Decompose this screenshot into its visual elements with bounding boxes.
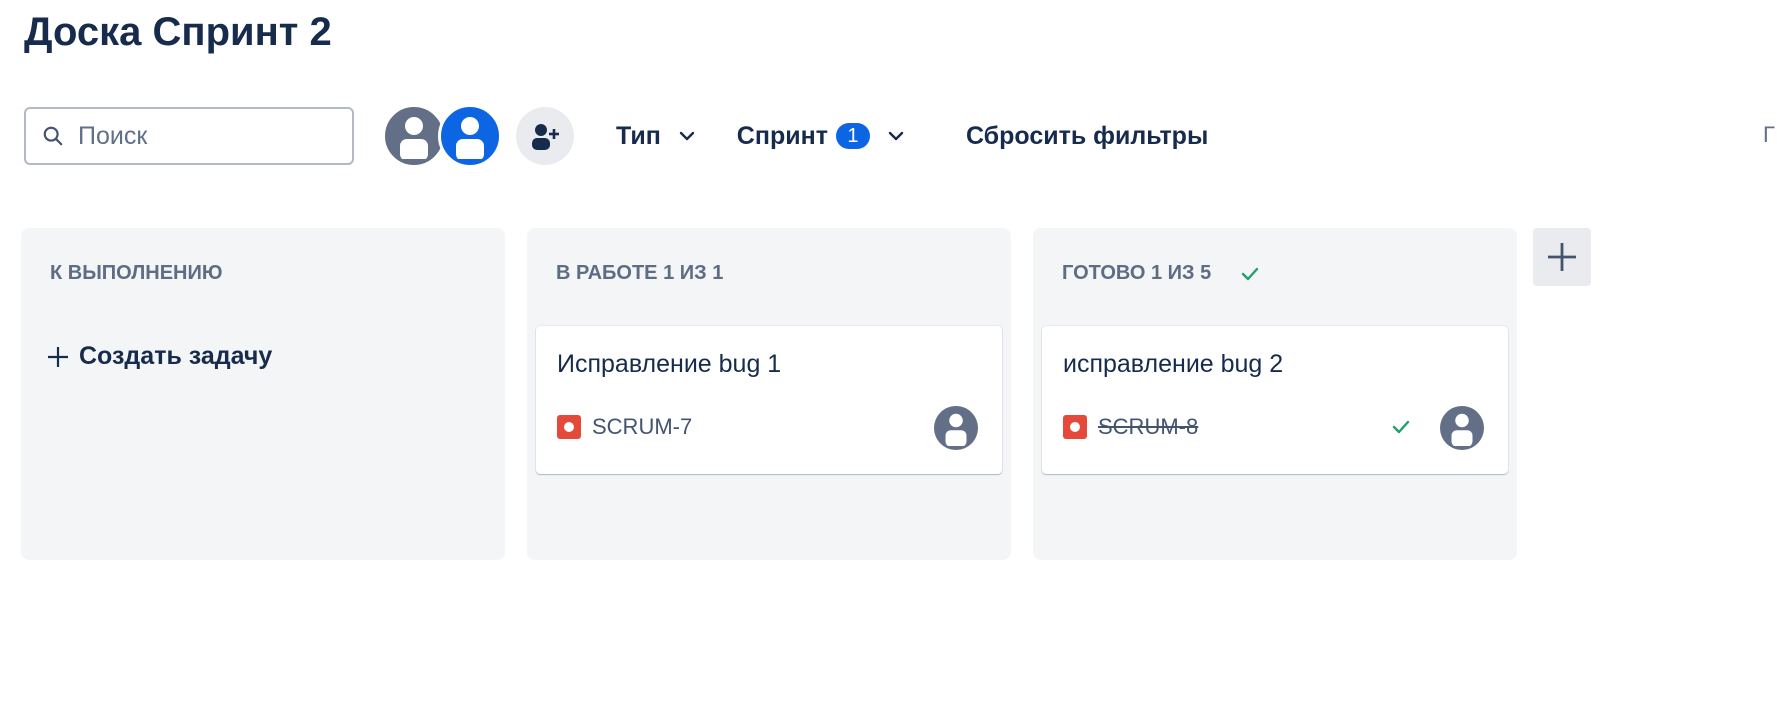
bug-icon xyxy=(557,415,581,439)
user-avatar-1[interactable] xyxy=(382,104,446,168)
issue-meta: SCRUM-7 xyxy=(557,414,692,440)
page-title: Доска Спринт 2 xyxy=(24,10,332,54)
user-avatar-icon xyxy=(456,117,484,159)
sprint-filter-button[interactable]: Спринт 1 xyxy=(737,122,904,151)
issue-key[interactable]: SCRUM-7 xyxy=(592,414,692,440)
column-title: К ВЫПОЛНЕНИЮ xyxy=(50,262,223,284)
search-icon xyxy=(43,126,63,146)
issue-summary: исправление bug 2 xyxy=(1063,350,1284,378)
bug-icon xyxy=(1063,415,1087,439)
sprint-filter-count-badge: 1 xyxy=(835,123,870,149)
assignee-avatar[interactable] xyxy=(934,406,978,450)
column-in-progress: В РАБОТЕ 1 ИЗ 1 Исправление bug 1 SCRUM-… xyxy=(527,228,1011,560)
column-todo: К ВЫПОЛНЕНИЮ Создать задачу xyxy=(21,228,505,560)
user-avatar-icon xyxy=(400,117,428,159)
search-input[interactable] xyxy=(76,120,340,152)
column-title: ГОТОВО 1 ИЗ 5 xyxy=(1062,262,1212,284)
chevron-down-icon xyxy=(888,131,904,141)
plus-icon xyxy=(1548,243,1576,271)
issue-card[interactable]: Исправление bug 1 SCRUM-7 xyxy=(536,326,1002,474)
create-issue-button[interactable]: Создать задачу xyxy=(47,342,272,371)
column-done: ГОТОВО 1 ИЗ 5 исправление bug 2 SCRUM-8 xyxy=(1033,228,1517,560)
board-page: Доска Спринт 2 Поиск Тип Спринт 1 Сброси… xyxy=(0,0,1777,705)
type-filter-label: Тип xyxy=(616,121,661,150)
plus-icon xyxy=(48,346,68,367)
check-icon xyxy=(1392,420,1410,434)
add-people-button[interactable] xyxy=(516,107,574,165)
add-people-icon xyxy=(532,124,559,150)
reset-filters-button[interactable]: Сбросить фильтры xyxy=(966,122,1208,151)
search-box[interactable] xyxy=(24,107,354,165)
type-filter-button[interactable]: Тип xyxy=(616,122,695,151)
user-avatar-icon xyxy=(945,413,967,446)
create-issue-label: Создать задачу xyxy=(79,342,273,370)
issue-key[interactable]: SCRUM-8 xyxy=(1098,414,1198,440)
column-header: К ВЫПОЛНЕНИЮ xyxy=(50,262,222,285)
board-toolbar: Тип Спринт 1 Сбросить фильтры xyxy=(24,104,1208,168)
add-column-button[interactable] xyxy=(1533,228,1591,286)
cut-off-toolbar-text: Г xyxy=(1763,122,1775,147)
sprint-filter-label: Спринт xyxy=(736,121,828,150)
assignee-avatars xyxy=(382,104,574,168)
issue-card[interactable]: исправление bug 2 SCRUM-8 xyxy=(1042,326,1508,474)
user-avatar-2[interactable] xyxy=(438,104,502,168)
check-icon xyxy=(1242,267,1259,280)
column-header: В РАБОТЕ 1 ИЗ 1 xyxy=(556,262,723,285)
user-avatar-icon xyxy=(1451,413,1473,446)
chevron-down-icon xyxy=(679,131,694,141)
column-header: ГОТОВО 1 ИЗ 5 xyxy=(1062,262,1259,285)
assignee-avatar[interactable] xyxy=(1440,406,1484,450)
column-title: В РАБОТЕ 1 ИЗ 1 xyxy=(556,262,724,284)
issue-summary: Исправление bug 1 xyxy=(557,350,782,378)
issue-meta: SCRUM-8 xyxy=(1063,414,1198,440)
